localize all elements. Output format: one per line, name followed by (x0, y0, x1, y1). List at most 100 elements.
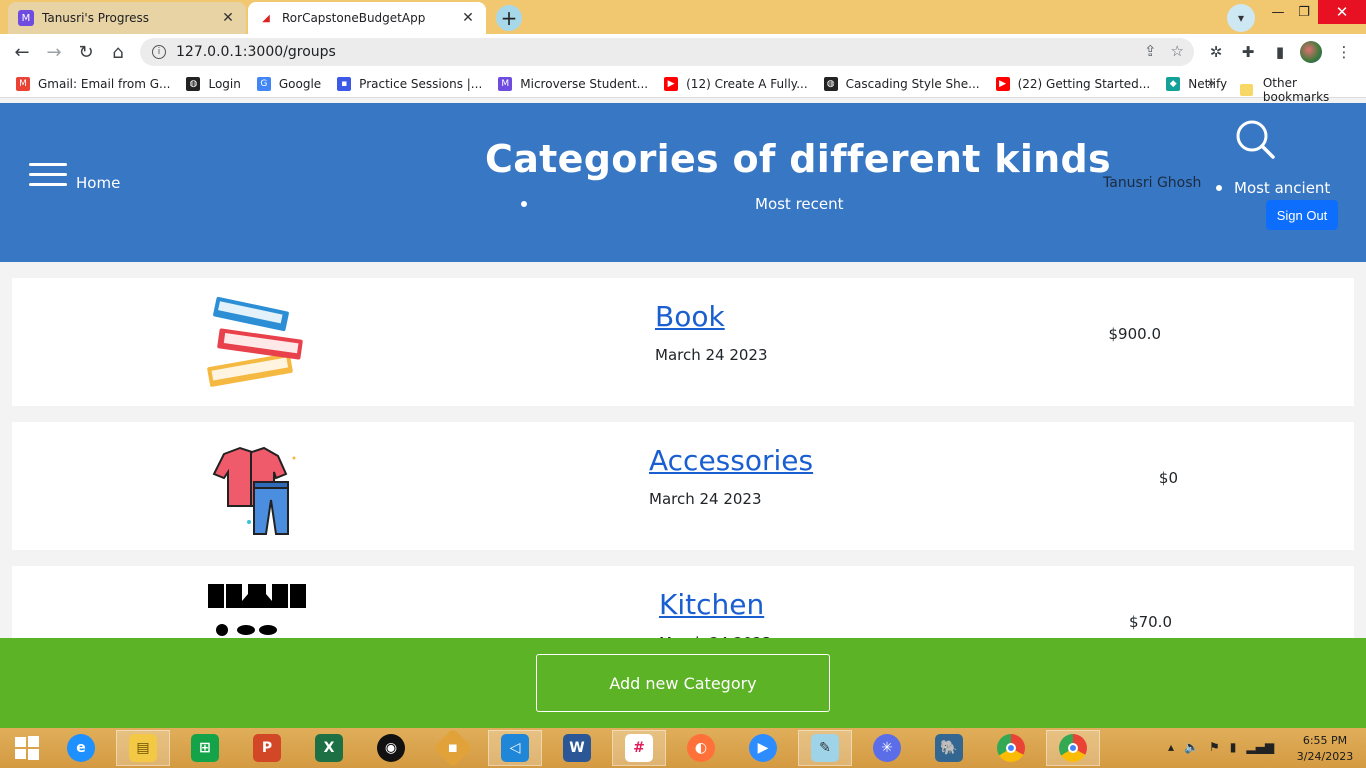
clock-date: 3/24/2023 (1296, 750, 1354, 763)
taskbar-clock[interactable]: 6:55 PM 3/24/2023 (1290, 733, 1360, 765)
side-panel-icon[interactable]: ▮ (1270, 42, 1290, 62)
browser-toolbar: ← → ↻ ⌂ i 127.0.0.1:3000/groups ⇪ ☆ ✲ ✚ … (0, 34, 1366, 70)
new-tab-button[interactable]: + (496, 5, 522, 31)
zoom-icon[interactable]: ▶ (736, 730, 790, 766)
folder-icon (1240, 84, 1253, 96)
bug-extension-icon[interactable]: ✲ (1206, 42, 1226, 62)
word-icon[interactable]: W (550, 730, 604, 766)
home-button[interactable]: ⌂ (106, 40, 130, 64)
postgresql-icon[interactable]: 🐘 (922, 730, 976, 766)
microverse-icon: M (498, 76, 513, 91)
category-name-link[interactable]: Accessories (649, 444, 813, 477)
category-name-link[interactable]: Kitchen (659, 588, 764, 621)
bookmark-label: Microverse Student... (520, 76, 649, 91)
bookmark-item[interactable]: ▶ (22) Getting Started... (995, 76, 1151, 91)
netlify-icon: ◆ (1166, 76, 1181, 91)
list-bullet (1216, 185, 1222, 191)
bookmark-item[interactable]: G Google (256, 76, 322, 91)
close-tab-icon[interactable]: ✕ (220, 10, 236, 26)
address-bar[interactable]: i 127.0.0.1:3000/groups ⇪ ☆ (140, 38, 1194, 66)
back-button[interactable]: ← (10, 40, 34, 64)
site-info-icon[interactable]: i (152, 45, 166, 59)
rails-icon: ◢ (258, 10, 274, 26)
firefox-icon[interactable]: ◐ (674, 730, 728, 766)
windows-start-icon[interactable] (0, 730, 54, 766)
close-window-button[interactable]: ✕ (1318, 0, 1366, 24)
bookmark-label: Practice Sessions |... (359, 76, 483, 91)
practice-icon: ▪ (337, 76, 352, 91)
browser-tab-strip: M Tanusri's Progress ✕ ◢ RorCapstoneBudg… (0, 0, 1366, 34)
profile-avatar[interactable] (1300, 41, 1322, 63)
google-icon: G (256, 76, 271, 91)
file-explorer-icon[interactable]: ▤ (116, 730, 170, 766)
internet-explorer-icon[interactable]: e (54, 730, 108, 766)
bookmark-label: (22) Getting Started... (1017, 76, 1151, 91)
powerpoint-icon[interactable]: P (240, 730, 294, 766)
username: Tanusri Ghosh (1103, 175, 1202, 191)
bookmark-star-icon[interactable]: ☆ (1171, 42, 1184, 60)
bookmark-item[interactable]: ◆ Netlify (1166, 76, 1227, 91)
bookmark-item[interactable]: ▶ (12) Create A Fully... (664, 76, 808, 91)
extensions-puzzle-icon[interactable]: ✚ (1238, 42, 1258, 62)
bookmark-label: Gmail: Email from G... (38, 76, 171, 91)
windows-taskbar: e ▤ ⊞ P X ◉ ◆ ◁ W # ◐ ▶ ✎ ✳ 🐘 (0, 728, 1366, 768)
category-date: March 24 2023 (655, 346, 768, 364)
sign-out-button[interactable]: Sign Out (1266, 200, 1338, 230)
forward-button[interactable]: → (42, 40, 66, 64)
search-icon[interactable] (1233, 120, 1277, 160)
sort-most-recent-link[interactable]: Most recent (755, 195, 844, 213)
other-bookmarks-folder[interactable]: Other bookmarks (1240, 76, 1366, 104)
category-amount: $70.0 (1129, 613, 1172, 631)
category-card: Accessories March 24 2023 $0 (12, 422, 1354, 550)
bookmark-item[interactable]: ▪ Practice Sessions |... (337, 76, 483, 91)
volume-icon[interactable]: 🔈 (1184, 740, 1199, 754)
restore-window-button[interactable]: ❐ (1292, 0, 1316, 24)
microsoft-store-icon[interactable]: ⊞ (178, 730, 232, 766)
youtube-icon: ▶ (995, 76, 1010, 91)
bookmark-label: Login (208, 76, 241, 91)
clock-time: 6:55 PM (1302, 734, 1348, 747)
system-tray: ▴ 🔈 ⚑ ▮ ▂▄▆ (1168, 740, 1274, 754)
bookmark-label: Google (278, 76, 322, 91)
bookmark-label: (12) Create A Fully... (686, 76, 808, 91)
network-signal-icon[interactable]: ▂▄▆ (1246, 740, 1274, 754)
share-icon[interactable]: ⇪ (1144, 42, 1157, 60)
vscode-icon[interactable]: ◁ (488, 730, 542, 766)
tray-arrow-icon[interactable]: ▴ (1168, 740, 1174, 754)
git-icon[interactable]: ◆ (426, 728, 480, 768)
bookmark-item[interactable]: M Microverse Student... (498, 76, 649, 91)
list-bullet (521, 201, 527, 207)
category-amount: $0 (1158, 469, 1178, 487)
bookmark-item[interactable]: M Gmail: Email from G... (16, 76, 171, 91)
battery-icon[interactable]: ▮ (1230, 740, 1237, 754)
tab-search-button[interactable]: ▾ (1227, 4, 1255, 32)
more-bookmarks-button[interactable]: » (1207, 76, 1215, 91)
obs-icon[interactable]: ◉ (364, 730, 418, 766)
chrome-icon[interactable] (984, 730, 1038, 766)
app-asterisk-icon[interactable]: ✳ (860, 730, 914, 766)
tab-title: Tanusri's Progress (42, 11, 150, 25)
flag-icon[interactable]: ⚑ (1209, 740, 1220, 754)
minimize-window-button[interactable]: — (1266, 0, 1290, 24)
category-name-link[interactable]: Book (655, 300, 725, 333)
close-tab-icon[interactable]: ✕ (460, 10, 476, 26)
browser-menu-icon[interactable]: ⋮ (1334, 42, 1354, 62)
sort-most-ancient-link[interactable]: Most ancient (1234, 179, 1330, 197)
add-new-category-button[interactable]: Add new Category (536, 654, 830, 712)
browser-tab-tanusris-progress[interactable]: M Tanusri's Progress ✕ (8, 2, 246, 34)
category-card: Book March 24 2023 $900.0 (12, 278, 1354, 406)
bookmark-item[interactable]: ◍ Login (186, 76, 241, 91)
clothes-icon (212, 446, 296, 535)
slack-icon[interactable]: # (612, 730, 666, 766)
excel-icon[interactable]: X (302, 730, 356, 766)
reload-button[interactable]: ↻ (74, 40, 98, 64)
chrome-profile-icon[interactable] (1046, 730, 1100, 766)
category-date: March 24 2023 (649, 490, 762, 508)
browser-tab-budget-app[interactable]: ◢ RorCapstoneBudgetApp ✕ (248, 2, 486, 34)
bookmark-item[interactable]: ◍ Cascading Style She... (823, 76, 980, 91)
url-text: 127.0.0.1:3000/groups (176, 44, 336, 60)
tab-title: RorCapstoneBudgetApp (282, 11, 426, 25)
notepad-icon[interactable]: ✎ (798, 730, 852, 766)
gmail-icon: M (16, 76, 30, 91)
microverse-icon: M (18, 10, 34, 26)
